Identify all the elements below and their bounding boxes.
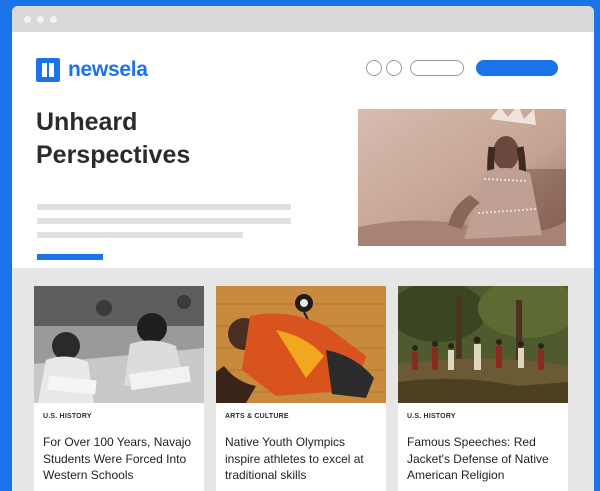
hero-photo <box>358 109 566 246</box>
window-titlebar <box>12 6 594 32</box>
hero-image[interactable] <box>358 109 566 246</box>
window-control-dot[interactable] <box>50 15 57 23</box>
newsela-book-icon <box>36 58 60 82</box>
window-control-dot[interactable] <box>37 15 44 23</box>
hero-title: Unheard Perspectives <box>36 108 191 169</box>
nav-controls <box>366 60 558 76</box>
article-cards-section: U.S. HISTORY For Over 100 Years, Navajo … <box>12 268 594 491</box>
placeholder-text-line <box>37 218 291 224</box>
article-image <box>398 286 568 403</box>
article-title[interactable]: Native Youth Olympics inspire athletes t… <box>225 434 381 484</box>
nav-primary-button[interactable] <box>476 60 558 76</box>
placeholder-text-line <box>37 232 243 238</box>
window-control-dot[interactable] <box>24 15 31 23</box>
nav-circle-button[interactable] <box>386 60 402 76</box>
article-category: ARTS & CULTURE <box>225 413 289 420</box>
brand-logo[interactable]: newsela <box>36 58 148 82</box>
nav-outline-button[interactable] <box>410 60 464 76</box>
article-title[interactable]: For Over 100 Years, Navajo Students Were… <box>43 434 199 484</box>
article-category: U.S. HISTORY <box>407 413 456 420</box>
article-card[interactable]: ARTS & CULTURE Native Youth Olympics ins… <box>216 286 386 491</box>
accent-underline <box>37 254 103 260</box>
article-title[interactable]: Famous Speeches: Red Jacket's Defense of… <box>407 434 563 484</box>
browser-window: newsela Unheard Perspectives U.S. HISTOR… <box>12 6 594 491</box>
article-category: U.S. HISTORY <box>43 413 92 420</box>
article-card[interactable]: U.S. HISTORY For Over 100 Years, Navajo … <box>34 286 204 491</box>
nav-circle-button[interactable] <box>366 60 382 76</box>
page-header: newsela Unheard Perspectives <box>12 32 594 268</box>
article-card[interactable]: U.S. HISTORY Famous Speeches: Red Jacket… <box>398 286 568 491</box>
article-image <box>216 286 386 403</box>
article-image <box>34 286 204 403</box>
placeholder-text-line <box>37 204 291 210</box>
brand-name: newsela <box>68 58 148 81</box>
